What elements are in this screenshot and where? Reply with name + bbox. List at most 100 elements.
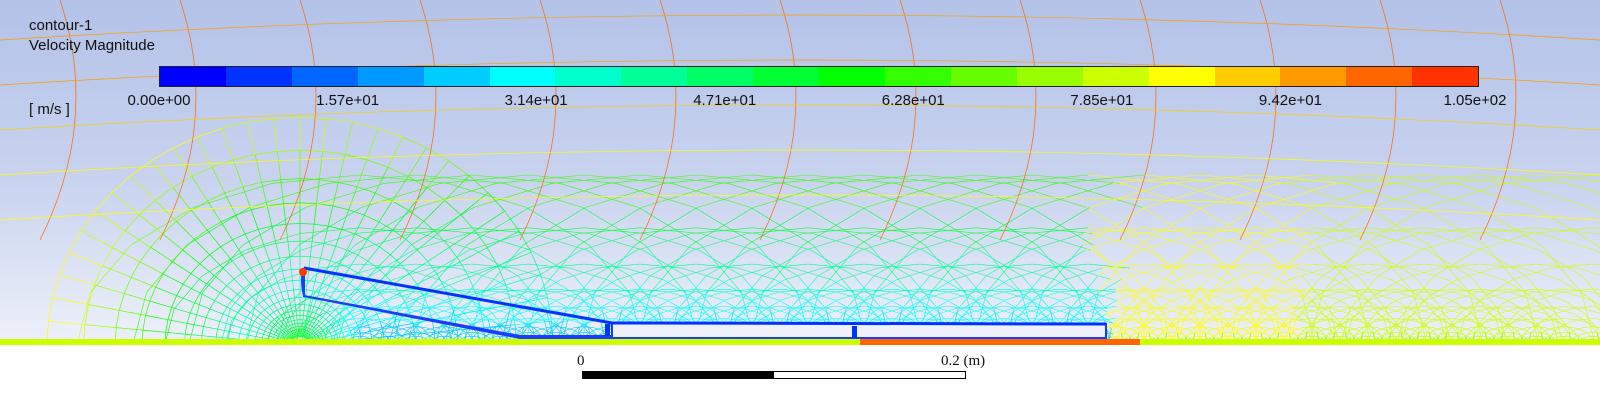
mesh-line — [130, 261, 141, 278]
mesh-line — [290, 304, 296, 306]
color-bar-tick-label: 3.14e+01 — [504, 92, 568, 109]
mesh-line — [695, 227, 757, 234]
mesh-line — [1498, 308, 1517, 315]
mesh-line — [310, 329, 313, 333]
mesh-line — [112, 230, 126, 248]
mesh-line — [1041, 249, 1086, 277]
mesh-line — [317, 258, 321, 271]
mesh-line — [266, 314, 271, 319]
mesh-line — [199, 263, 215, 276]
mesh-line — [1437, 319, 1451, 324]
mesh-line — [80, 230, 113, 249]
contour-viewport[interactable]: contour-1 Velocity Magnitude [ m/s ] 0.0… — [0, 0, 1600, 402]
mesh-line — [749, 233, 804, 251]
mesh-line — [246, 316, 255, 322]
mesh-line — [444, 200, 461, 216]
mesh-line — [248, 330, 251, 336]
mesh-line — [130, 175, 156, 201]
mesh-line — [293, 336, 295, 339]
color-bar — [159, 66, 1479, 87]
mesh-line — [289, 297, 295, 300]
mesh-line — [425, 249, 470, 277]
mesh-line — [273, 303, 278, 311]
mesh-line — [277, 320, 281, 324]
mesh-line — [779, 318, 794, 321]
mesh-line — [376, 313, 381, 322]
mesh-line — [80, 210, 96, 232]
mesh-line — [272, 334, 275, 338]
mesh-line — [858, 207, 922, 246]
mesh-line — [1386, 308, 1405, 315]
mesh-line — [250, 279, 281, 298]
units-label: [ m/s ] — [29, 101, 70, 118]
mesh-line — [290, 320, 293, 325]
mesh-line — [294, 329, 296, 333]
mesh-line — [315, 330, 319, 333]
mesh-line — [209, 246, 221, 255]
mesh-line — [1559, 322, 1570, 334]
mesh-line — [318, 322, 323, 327]
mesh-line — [313, 324, 317, 328]
mesh-line — [1507, 318, 1522, 321]
mesh-line — [1251, 227, 1313, 234]
color-bar-swatch — [687, 67, 754, 86]
mesh-line — [266, 205, 273, 227]
mesh-line — [258, 299, 265, 305]
mesh-line — [405, 221, 424, 240]
mesh-line — [1381, 329, 1389, 337]
mesh-line — [176, 295, 195, 304]
mesh-line — [1535, 227, 1597, 234]
mesh-line — [194, 302, 211, 310]
mesh-line — [142, 329, 166, 333]
body-support-strut — [852, 326, 857, 338]
mesh-line — [491, 308, 510, 315]
mesh-line — [338, 324, 342, 329]
mesh-line — [307, 305, 310, 312]
mesh-line — [812, 233, 867, 251]
mesh-line — [1540, 233, 1595, 251]
mesh-line — [273, 327, 278, 331]
mesh-line — [286, 290, 290, 299]
mesh-line — [1218, 308, 1237, 315]
mesh-line — [304, 334, 306, 337]
mesh-line — [474, 210, 505, 231]
mesh-line — [1502, 322, 1513, 334]
mesh-line — [242, 254, 251, 269]
mesh-line — [313, 322, 317, 325]
mesh-line — [1339, 318, 1354, 321]
mesh-line — [329, 285, 337, 290]
mesh-line — [1591, 227, 1600, 229]
mesh-line — [93, 265, 103, 286]
mesh-line — [231, 324, 242, 329]
mesh-line — [1526, 308, 1545, 315]
mesh-line — [284, 281, 288, 291]
mesh-line — [190, 273, 207, 285]
mesh-line — [649, 249, 694, 277]
mesh-line — [471, 318, 486, 321]
mesh-line — [246, 301, 255, 309]
mesh-line — [306, 337, 308, 339]
mesh-line — [642, 249, 687, 277]
mesh-line — [288, 320, 292, 323]
mesh-line — [365, 267, 378, 280]
mesh-line — [231, 260, 243, 274]
mesh-line — [387, 318, 402, 321]
mesh-line — [1151, 329, 1159, 337]
mesh-line — [1197, 233, 1252, 251]
mesh-line — [368, 321, 381, 326]
mesh-line — [1209, 249, 1254, 277]
mesh-line — [1142, 207, 1206, 246]
mesh-line — [379, 229, 394, 247]
mesh-line — [288, 321, 291, 326]
mesh-line — [308, 334, 311, 337]
mesh-line — [279, 0, 317, 241]
mesh-line — [275, 322, 279, 326]
mesh-line — [288, 310, 293, 313]
mesh-line — [205, 308, 211, 318]
mesh-line — [914, 207, 978, 246]
mesh-line — [191, 176, 208, 202]
mesh-line — [1377, 249, 1422, 277]
mesh-line — [275, 329, 278, 333]
mesh-line — [213, 267, 224, 276]
mesh-line — [1213, 319, 1227, 324]
